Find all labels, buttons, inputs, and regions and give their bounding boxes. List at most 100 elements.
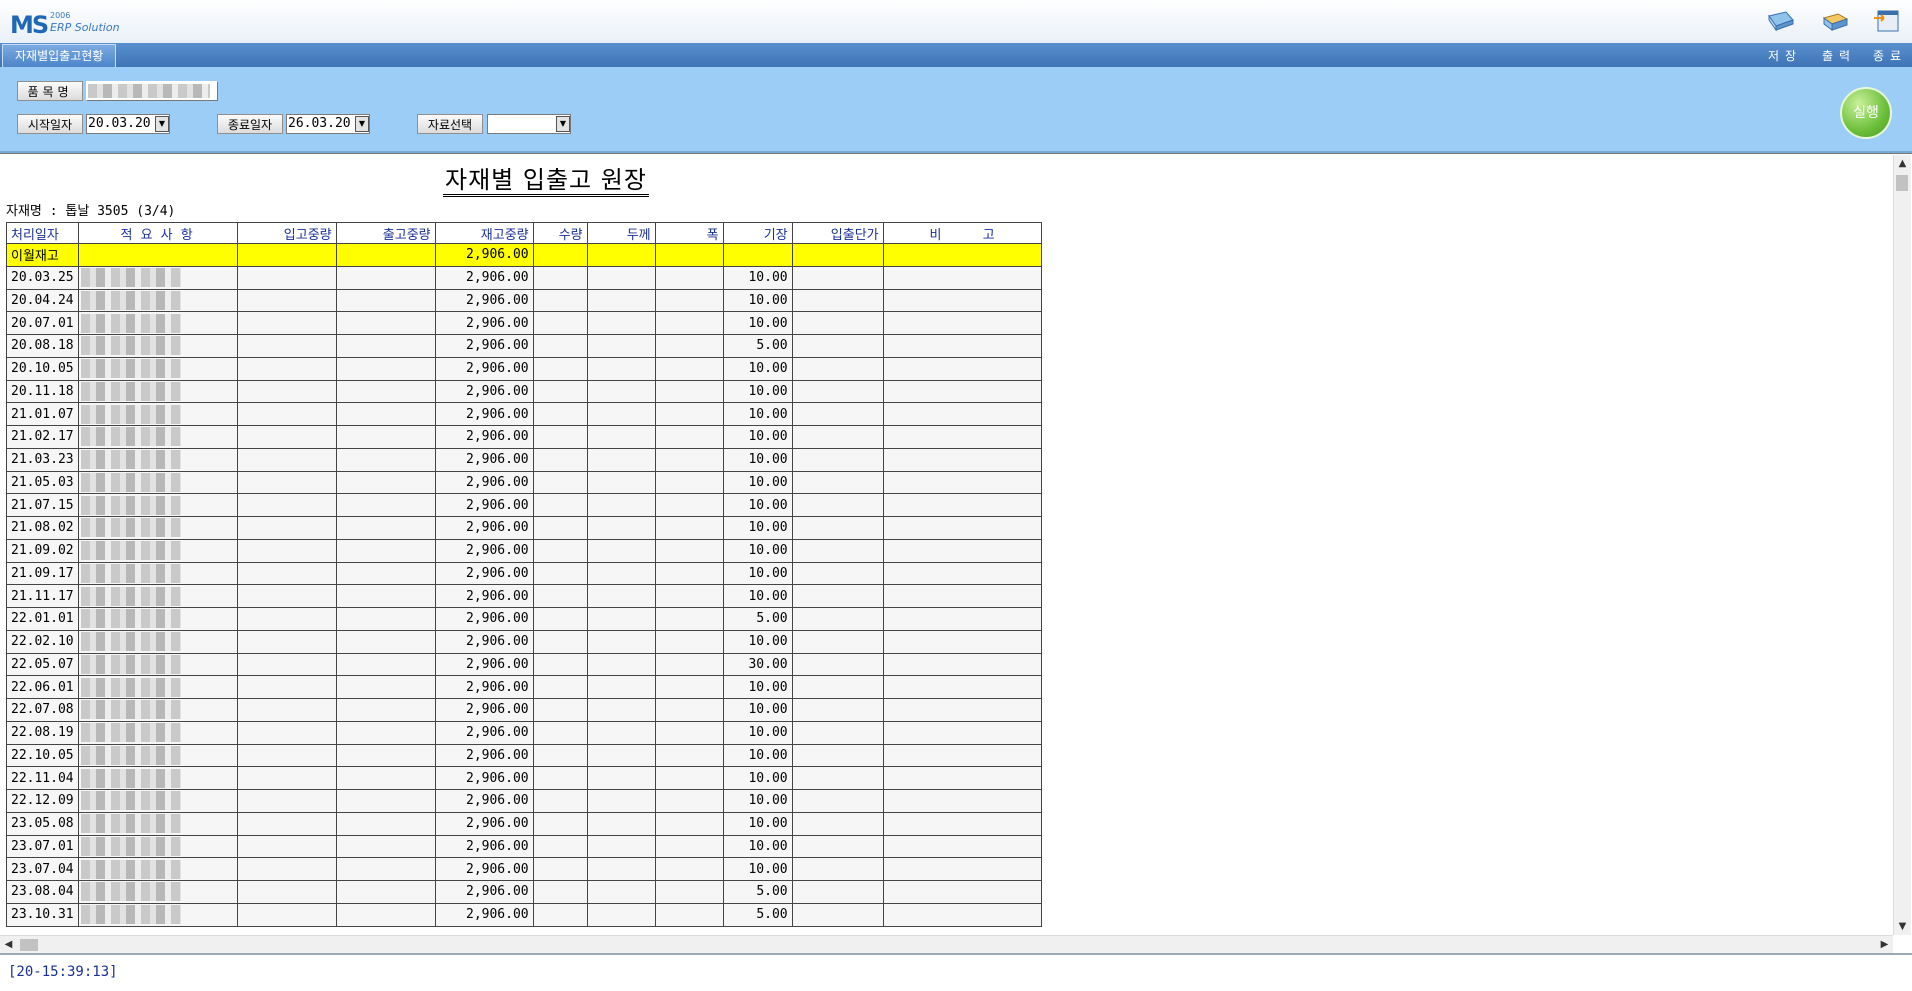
- cell-length: 10.00: [722, 425, 793, 449]
- cell-description: [77, 584, 238, 608]
- cell-unit-price: [791, 698, 884, 722]
- start-date-dropdown-icon[interactable]: ▼: [155, 116, 169, 132]
- cell-unit-price: [791, 607, 884, 631]
- cell-out-weight: [335, 743, 436, 768]
- save-button[interactable]: 저장: [1768, 47, 1802, 64]
- cell-width: [654, 516, 724, 540]
- cell-in-weight: [236, 652, 337, 677]
- cell-date: 21.01.07: [6, 402, 79, 426]
- cell-stock: 2,906.00: [434, 766, 534, 790]
- cell-length: 10.00: [722, 743, 793, 768]
- cell-remarks: [882, 288, 1042, 313]
- cell-stock: 2,906.00: [434, 811, 534, 836]
- cell-stock: 2,906.00: [434, 334, 534, 358]
- cell-quantity: [532, 516, 588, 540]
- item-name-input[interactable]: [86, 81, 218, 101]
- scroll-down-icon[interactable]: ▼: [1894, 918, 1911, 935]
- status-bar: [20-15:39:13]: [0, 953, 1912, 991]
- table-row: 23.05.08 2,906.00 10.00: [6, 811, 1042, 836]
- cell-width: [654, 356, 724, 381]
- cell-date: 20.07.01: [6, 311, 79, 335]
- col-thickness: 두께: [586, 222, 656, 244]
- status-text: [20-15:39:13]: [8, 964, 118, 980]
- cell-length: 10.00: [722, 789, 793, 813]
- cell-in-weight: [236, 902, 337, 927]
- scroll-up-icon[interactable]: ▲: [1894, 155, 1911, 172]
- exit-icon[interactable]: [1872, 8, 1902, 34]
- cell-description: [77, 880, 238, 904]
- cell-quantity: [532, 743, 588, 768]
- cell-quantity: [532, 720, 588, 745]
- cell-thickness: [586, 425, 656, 449]
- table-row: 22.05.07 2,906.00 30.00: [6, 652, 1042, 677]
- cell-date: 22.11.04: [6, 766, 79, 790]
- horizontal-scroll-thumb[interactable]: [20, 939, 38, 951]
- redacted-description: [80, 859, 181, 879]
- cell-in-weight: [236, 470, 337, 495]
- cell-date: 22.12.09: [6, 789, 79, 813]
- table-row: 21.08.02 2,906.00 10.00: [6, 516, 1042, 540]
- cell-width: [654, 561, 724, 586]
- cell-width: [654, 675, 724, 699]
- vertical-scrollbar[interactable]: ▲ ▼: [1893, 155, 1911, 935]
- cell-date: 21.09.02: [6, 538, 79, 563]
- cell-width: [654, 584, 724, 608]
- cell-length: 10.00: [722, 379, 793, 404]
- cell-thickness: [586, 516, 656, 540]
- redacted-description: [80, 563, 181, 583]
- vertical-scroll-thumb[interactable]: [1896, 175, 1908, 191]
- exit-button[interactable]: 종료: [1873, 47, 1907, 64]
- redacted-description: [80, 290, 181, 310]
- scroll-right-icon[interactable]: ▶: [1876, 936, 1893, 953]
- scroll-left-icon[interactable]: ◀: [0, 936, 17, 953]
- redacted-description: [80, 700, 181, 720]
- table-row: 22.02.10 2,906.00 10.00: [6, 629, 1042, 654]
- cell-in-weight: [236, 720, 337, 745]
- cell-date: 21.07.15: [6, 493, 79, 517]
- col-width: 폭: [654, 222, 724, 244]
- cell-thickness: [586, 652, 656, 677]
- cell-length: 10.00: [722, 584, 793, 608]
- print-button[interactable]: 출력: [1822, 47, 1856, 64]
- redacted-description: [80, 313, 181, 333]
- cell-unit-price: [791, 766, 884, 790]
- cell-width: [654, 629, 724, 654]
- horizontal-scrollbar[interactable]: ◀ ▶: [0, 935, 1893, 953]
- cell-width: [654, 902, 724, 927]
- cell-thickness: [586, 766, 656, 790]
- cell-unit-price: [791, 356, 884, 381]
- cell-in-weight: [236, 334, 337, 358]
- cell-stock: 2,906.00: [434, 902, 534, 927]
- cell-out-weight: [335, 857, 436, 881]
- cell-in-weight: [236, 265, 337, 290]
- end-date-dropdown-icon[interactable]: ▼: [355, 116, 369, 132]
- cell-description: [77, 720, 238, 745]
- cell-out-weight: [335, 311, 436, 335]
- cell-width: [654, 288, 724, 313]
- cell-length: 10.00: [722, 402, 793, 426]
- cell-unit-price: [791, 379, 884, 404]
- cell-thickness: [586, 857, 656, 881]
- cell-length: 10.00: [722, 265, 793, 290]
- print-icon[interactable]: [1820, 8, 1850, 34]
- cell-thickness: [586, 584, 656, 608]
- cell-description: [77, 675, 238, 699]
- run-button[interactable]: 실행: [1840, 87, 1892, 139]
- cell-length: 5.00: [722, 607, 793, 631]
- cell-in-weight: [236, 356, 337, 381]
- cell-remarks: [882, 811, 1042, 836]
- cell-unit-price: [791, 265, 884, 290]
- redacted-description: [80, 814, 181, 834]
- data-select-dropdown-icon[interactable]: ▼: [556, 116, 570, 132]
- tab-material-inout-status[interactable]: 자재별입출고현황: [2, 44, 117, 68]
- cell-thickness: [586, 834, 656, 859]
- save-icon[interactable]: [1766, 8, 1796, 34]
- cell-unit-price: [791, 789, 884, 813]
- cell-remarks: [882, 425, 1042, 449]
- col-stock-weight: 재고중량: [434, 222, 534, 244]
- cell-unit-price: [791, 516, 884, 540]
- cell-length: 10.00: [722, 493, 793, 517]
- redacted-description: [80, 518, 181, 538]
- cell-length: 10.00: [722, 538, 793, 563]
- cell-thickness: [586, 265, 656, 290]
